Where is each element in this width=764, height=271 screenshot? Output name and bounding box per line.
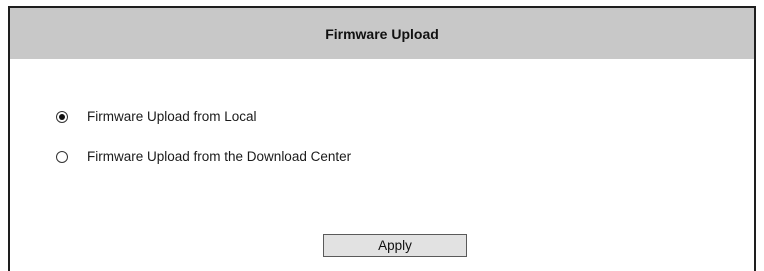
firmware-upload-panel: Firmware Upload Firmware Upload from Loc… bbox=[8, 6, 756, 271]
option-label-local: Firmware Upload from Local bbox=[87, 109, 257, 124]
radio-upload-from-download-center[interactable] bbox=[56, 150, 68, 163]
option-label-download-center: Firmware Upload from the Download Center bbox=[87, 149, 352, 164]
apply-button[interactable]: Apply bbox=[323, 234, 467, 257]
radio-upload-from-local[interactable] bbox=[56, 110, 68, 123]
panel-title: Firmware Upload bbox=[325, 25, 439, 42]
option-upload-from-local[interactable]: Firmware Upload from Local bbox=[56, 109, 257, 124]
option-upload-from-download-center[interactable]: Firmware Upload from the Download Center bbox=[56, 149, 351, 164]
panel-header: Firmware Upload bbox=[10, 8, 754, 59]
